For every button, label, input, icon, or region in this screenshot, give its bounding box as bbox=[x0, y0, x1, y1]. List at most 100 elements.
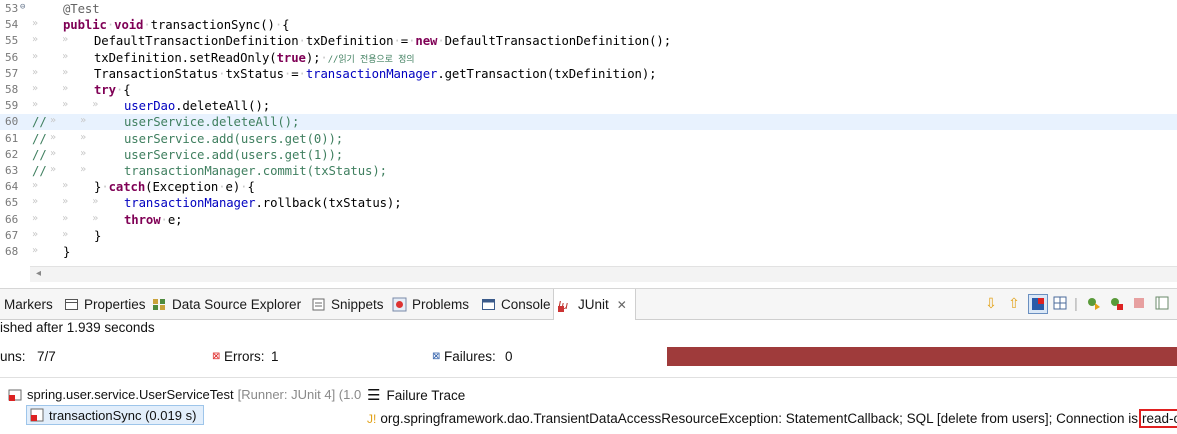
rerun-failures-first-icon[interactable] bbox=[1107, 294, 1125, 312]
code-line-67[interactable]: 67 » »} bbox=[0, 228, 1177, 244]
line-number: 66 bbox=[5, 212, 19, 226]
line-comment-marker: // bbox=[32, 131, 47, 146]
toolbar-divider: | bbox=[1074, 295, 1078, 311]
line-number: 58 bbox=[5, 83, 19, 96]
code-line-61[interactable]: 61 //» » userService.add(users.get(0)); bbox=[0, 131, 1177, 147]
code-text: userService.add(users.get(1)); bbox=[124, 147, 344, 162]
indent-guide: » » bbox=[32, 66, 69, 78]
runs-label: uns: bbox=[0, 349, 26, 364]
code-line-55[interactable]: 55 » » DefaultTransactionDefinition·txDefi… bbox=[0, 33, 1177, 49]
code-line-57[interactable]: 57 » » TransactionStatus·txStatus·=·transa… bbox=[0, 66, 1177, 82]
tab-snippets-label: Snippets bbox=[331, 296, 384, 312]
runs-value: 7/7 bbox=[37, 349, 56, 364]
line-number: 57 bbox=[5, 66, 19, 80]
code-text: }·catch(Exception·e)·{ bbox=[94, 180, 255, 195]
code-line-68[interactable]: 68 »} bbox=[0, 244, 1177, 260]
scroll-lock-icon[interactable] bbox=[1051, 294, 1069, 312]
tab-console[interactable]: Console bbox=[481, 289, 551, 319]
line-comment-marker: // bbox=[32, 164, 47, 178]
close-icon[interactable]: ✕ bbox=[617, 298, 627, 312]
line-number: 67 bbox=[5, 228, 19, 242]
tab-problems[interactable]: Problems bbox=[392, 289, 469, 319]
code-line-59[interactable]: 59 » » » userDao.deleteAll(); bbox=[0, 98, 1177, 114]
indent-guide: » » bbox=[32, 228, 69, 240]
code-line-63[interactable]: 63 //» » transactionManager.commit(txStatu… bbox=[0, 163, 1177, 179]
line-comment-marker: // bbox=[32, 115, 47, 130]
indent-guide: » » bbox=[32, 83, 69, 94]
code-line-56[interactable]: 56 » » txDefinition.setReadOnly(true);·//읽… bbox=[0, 50, 1177, 66]
code-text: userDao.deleteAll(); bbox=[124, 99, 271, 114]
line-comment-marker: // bbox=[32, 147, 47, 162]
trace-line[interactable]: J! org.springframework.dao.TransientData… bbox=[367, 409, 1177, 428]
failure-trace-icon: ☰ bbox=[367, 387, 381, 404]
test-suite-error-icon bbox=[8, 389, 22, 401]
code-text: userService.add(users.get(0)); bbox=[124, 131, 344, 146]
indent-guide: » » bbox=[32, 34, 69, 46]
previous-failure-icon[interactable]: ⇧ bbox=[1005, 294, 1023, 312]
snippets-icon bbox=[312, 298, 325, 310]
problems-icon bbox=[392, 297, 407, 311]
history-icon[interactable] bbox=[1153, 294, 1171, 312]
tab-data-source-explorer[interactable]: Data Source Explorer bbox=[152, 289, 301, 319]
tab-junit-label: JUnit bbox=[578, 297, 609, 312]
line-number: 54 bbox=[5, 18, 19, 32]
trace-text: org.springframework.dao.TransientDataAcc… bbox=[380, 411, 1138, 426]
finished-status: ished after 1.939 seconds bbox=[0, 320, 155, 335]
tab-problems-label: Problems bbox=[412, 296, 470, 312]
code-line-64[interactable]: 64 » »}·catch(Exception·e)·{ bbox=[0, 179, 1177, 195]
failure-trace-header: ☰ Failure Trace bbox=[367, 386, 465, 404]
rerun-test-icon[interactable] bbox=[1084, 294, 1102, 312]
code-line-60[interactable]: 60 //» » userService.deleteAll(); bbox=[0, 114, 1177, 131]
line-number: 61 bbox=[5, 131, 19, 145]
errors-label: Errors: bbox=[224, 349, 265, 364]
tab-properties-label: Properties bbox=[84, 296, 146, 312]
tab-snippets[interactable]: Snippets bbox=[311, 289, 384, 319]
line-number: 65 bbox=[5, 196, 19, 210]
view-tab-bar: Markers Properties Data Source Explorer … bbox=[0, 288, 1177, 320]
junit-icon: Ju bbox=[558, 299, 568, 312]
console-icon bbox=[482, 298, 495, 310]
indent-guide: » » bbox=[50, 115, 87, 127]
code-text: } bbox=[94, 228, 102, 243]
next-failure-icon[interactable]: ⇩ bbox=[982, 294, 1000, 312]
exception-icon: J! bbox=[367, 411, 377, 426]
code-line-58[interactable]: 58 » » try·{ bbox=[0, 82, 1177, 98]
fold-icon[interactable]: ⊖ bbox=[20, 2, 25, 12]
tab-console-label: Console bbox=[501, 296, 551, 312]
failure-trace-label: Failure Trace bbox=[386, 387, 466, 403]
scroll-left-icon[interactable]: ◂ bbox=[36, 268, 41, 279]
code-line-66[interactable]: 66 » » » throw·e; bbox=[0, 212, 1177, 228]
line-number: 53 bbox=[5, 2, 19, 15]
divider bbox=[0, 377, 1177, 378]
horizontal-scrollbar[interactable]: ◂ bbox=[30, 266, 1177, 282]
code-text: public·void·transactionSync()·{ bbox=[63, 18, 290, 33]
test-error-icon bbox=[30, 408, 44, 422]
test-suite-name: spring.user.service.UserServiceTest bbox=[27, 387, 234, 402]
code-text: throw·e; bbox=[124, 212, 183, 227]
indent-guide: » » bbox=[50, 164, 87, 175]
code-text: DefaultTransactionDefinition·txDefinitio… bbox=[94, 34, 672, 49]
line-number: 62 bbox=[5, 147, 19, 161]
failures-value: 0 bbox=[505, 349, 513, 364]
test-tree-root[interactable]: spring.user.service.UserServiceTest [Run… bbox=[8, 387, 361, 402]
indent-guide: » bbox=[32, 18, 39, 30]
tab-properties[interactable]: Properties bbox=[64, 289, 146, 319]
tab-markers-label: Markers bbox=[4, 296, 53, 312]
code-editor[interactable]: 53 ⊖ @Test 54 » public·void·transactionSync()… bbox=[0, 0, 1177, 282]
code-line-65[interactable]: 65 » » » transactionManager.rollback(txSta… bbox=[0, 195, 1177, 211]
test-tree-item-transactionsync[interactable]: transactionSync (0.019 s) bbox=[26, 405, 204, 425]
test-case-name: transactionSync (0.019 s) bbox=[49, 407, 197, 423]
code-line-53[interactable]: 53 ⊖ @Test bbox=[0, 1, 1177, 17]
tab-junit[interactable]: Ju JUnit ✕ bbox=[553, 289, 636, 320]
code-line-54[interactable]: 54 » public·void·transactionSync()·{ bbox=[0, 17, 1177, 33]
indent-guide: » » bbox=[50, 131, 87, 143]
indent-guide: » » » bbox=[32, 99, 99, 111]
failure-icon: ⊠ bbox=[432, 351, 441, 362]
indent-guide: » » bbox=[50, 147, 87, 159]
tab-markers[interactable]: Markers bbox=[4, 289, 53, 319]
show-failures-only-icon[interactable] bbox=[1028, 294, 1048, 314]
indent-guide: » » » bbox=[32, 196, 99, 208]
stop-icon[interactable] bbox=[1130, 294, 1148, 312]
code-line-62[interactable]: 62 //» » userService.add(users.get(1)); bbox=[0, 147, 1177, 163]
indent-guide: » bbox=[32, 245, 39, 256]
